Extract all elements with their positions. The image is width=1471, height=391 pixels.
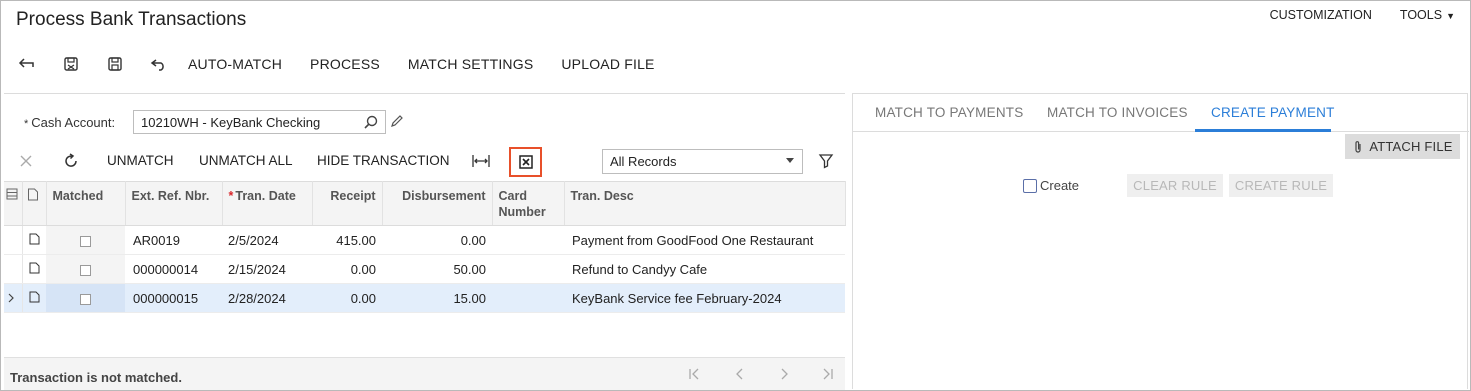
chevron-right-icon: [8, 293, 14, 302]
chevron-down-icon: [786, 158, 794, 163]
receipt-header[interactable]: Receipt: [312, 181, 383, 226]
cash-account-label: * Cash Account:: [24, 115, 116, 130]
top-right-menu: CUSTOMIZATION TOOLS ▼: [1270, 8, 1455, 22]
auto-match-button[interactable]: AUTO-MATCH: [188, 56, 282, 72]
refresh-icon[interactable]: [63, 153, 79, 169]
grid-status-bar: Transaction is not matched.: [4, 357, 845, 390]
card-number-header[interactable]: Card Number: [492, 181, 565, 226]
next-page-icon[interactable]: [777, 367, 791, 384]
tran-date-cell: 2/5/2024: [222, 225, 312, 255]
receipt-cell: 415.00: [312, 225, 382, 255]
unmatch-all-button[interactable]: UNMATCH ALL: [199, 153, 293, 168]
create-checkbox[interactable]: Create: [1023, 178, 1079, 193]
matched-checkbox[interactable]: [46, 283, 125, 313]
tab-match-to-payments[interactable]: MATCH TO PAYMENTS: [875, 105, 1023, 120]
ext-ref-cell: 000000015: [125, 283, 222, 313]
tran-desc-cell: Refund to Candyy Cafe: [564, 254, 845, 284]
column-chooser-icon[interactable]: [4, 181, 23, 226]
row-selector[interactable]: [4, 225, 23, 255]
ext-ref-header[interactable]: Ext. Ref. Nbr.: [125, 181, 223, 226]
first-page-icon[interactable]: [688, 367, 702, 384]
create-rule-button[interactable]: CREATE RULE: [1229, 174, 1333, 197]
last-page-icon[interactable]: [820, 367, 834, 384]
matching-pane: MATCH TO PAYMENTS MATCH TO INVOICES CREA…: [852, 93, 1469, 389]
table-row[interactable]: AR0019 2/5/2024 415.00 0.00 Payment from…: [4, 225, 845, 255]
tran-desc-cell: Payment from GoodFood One Restaurant: [564, 225, 845, 255]
cash-account-value: 10210WH - KeyBank Checking: [141, 114, 321, 130]
page-title: Process Bank Transactions: [16, 9, 247, 30]
clear-rule-button[interactable]: CLEAR RULE: [1127, 174, 1223, 197]
tools-label: TOOLS: [1399, 8, 1443, 22]
ext-ref-cell: AR0019: [125, 225, 222, 255]
card-number-cell: [492, 283, 564, 313]
disbursement-header[interactable]: Disbursement: [382, 181, 493, 226]
disbursement-cell: 50.00: [382, 254, 492, 284]
grid-header-row: Matched Ext. Ref. Nbr. * Tran. Date Recei…: [4, 181, 846, 226]
card-number-cell: [492, 225, 564, 255]
matched-checkbox[interactable]: [46, 254, 125, 284]
checkbox-box[interactable]: [1023, 178, 1037, 193]
main-toolbar: AUTO-MATCH PROCESS MATCH SETTINGS UPLOAD…: [12, 52, 683, 76]
match-settings-button[interactable]: MATCH SETTINGS: [408, 56, 533, 72]
disbursement-cell: 15.00: [382, 283, 492, 313]
matched-header[interactable]: Matched: [46, 181, 126, 226]
table-row[interactable]: 000000015 2/28/2024 0.00 15.00 KeyBank S…: [4, 283, 845, 313]
save-close-icon[interactable]: [56, 52, 86, 76]
process-button[interactable]: PROCESS: [310, 56, 380, 72]
active-tab-indicator: [1195, 129, 1331, 132]
customization-menu[interactable]: CUSTOMIZATION: [1270, 8, 1372, 22]
hide-transaction-button[interactable]: HIDE TRANSACTION: [317, 153, 450, 168]
excel-icon: [518, 155, 533, 169]
back-icon[interactable]: [12, 52, 42, 76]
disbursement-cell: 0.00: [382, 225, 492, 255]
tran-desc-cell: KeyBank Service fee February-2024: [564, 283, 845, 313]
tran-date-cell: 2/15/2024: [222, 254, 312, 284]
undo-icon[interactable]: [144, 52, 174, 76]
tools-menu[interactable]: TOOLS ▼: [1400, 8, 1455, 22]
card-number-cell: [492, 254, 564, 284]
tab-match-to-invoices[interactable]: MATCH TO INVOICES: [1047, 105, 1188, 120]
match-status-text: Transaction is not matched.: [10, 370, 182, 385]
file-icon[interactable]: [22, 254, 46, 284]
records-filter-value: All Records: [610, 154, 677, 169]
tran-desc-header[interactable]: Tran. Desc: [564, 181, 846, 226]
cancel-icon[interactable]: [19, 154, 33, 168]
transactions-grid: Matched Ext. Ref. Nbr. * Tran. Date Recei…: [4, 181, 846, 313]
attach-file-label: ATTACH FILE: [1369, 139, 1453, 154]
search-icon[interactable]: [363, 114, 379, 133]
receipt-cell: 0.00: [312, 283, 382, 313]
matched-checkbox[interactable]: [46, 225, 125, 255]
previous-page-icon[interactable]: [733, 367, 747, 384]
edit-pencil-icon[interactable]: [390, 114, 404, 131]
row-selector[interactable]: [4, 283, 23, 313]
file-icon[interactable]: [22, 283, 46, 313]
save-icon[interactable]: [100, 52, 130, 76]
ext-ref-cell: 000000014: [125, 254, 222, 284]
matching-tabs: MATCH TO PAYMENTS MATCH TO INVOICES CREA…: [853, 94, 1469, 132]
cash-account-field[interactable]: 10210WH - KeyBank Checking: [133, 110, 386, 134]
transactions-pane: * Cash Account: 10210WH - KeyBank Checkin…: [4, 93, 846, 390]
create-label: Create: [1040, 178, 1080, 193]
tab-create-payment[interactable]: CREATE PAYMENT: [1211, 105, 1335, 120]
file-column-icon: [22, 181, 47, 226]
fit-columns-icon[interactable]: [472, 153, 490, 169]
file-icon[interactable]: [22, 225, 46, 255]
table-row[interactable]: 000000014 2/15/2024 0.00 50.00 Refund to…: [4, 254, 845, 284]
attach-file-button[interactable]: ATTACH FILE: [1345, 134, 1460, 159]
filter-icon[interactable]: [818, 153, 834, 172]
row-selector[interactable]: [4, 254, 23, 284]
paperclip-icon: [1355, 140, 1361, 153]
unmatch-button[interactable]: UNMATCH: [107, 153, 174, 168]
export-excel-button[interactable]: [509, 147, 542, 177]
receipt-cell: 0.00: [312, 254, 382, 284]
caret-down-icon: ▼: [1446, 11, 1455, 21]
upload-file-button[interactable]: UPLOAD FILE: [561, 56, 654, 72]
records-filter-select[interactable]: All Records: [602, 149, 803, 174]
tran-date-header[interactable]: * Tran. Date: [222, 181, 313, 226]
tran-date-cell: 2/28/2024: [222, 283, 312, 313]
